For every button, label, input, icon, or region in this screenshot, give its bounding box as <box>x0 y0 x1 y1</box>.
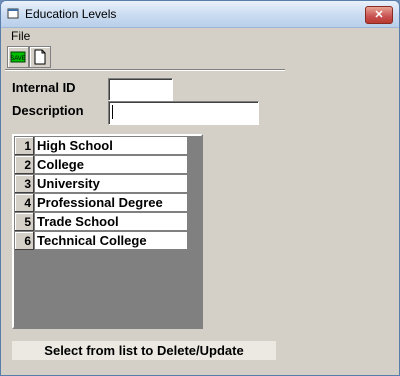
list-row[interactable]: 3 University <box>15 175 188 194</box>
list-row[interactable]: 4 Professional Degree <box>15 194 188 213</box>
client-area: File SAVE Internal ID Description 1 High… <box>5 28 395 371</box>
list-row[interactable]: 5 Trade School <box>15 213 188 232</box>
list-row[interactable]: 1 High School <box>15 137 188 156</box>
education-levels-window: Education Levels ✕ File SAVE Internal ID <box>0 0 400 376</box>
row-number: 5 <box>15 213 34 231</box>
menu-bar: File <box>5 28 395 44</box>
row-text[interactable]: Technical College <box>35 232 188 250</box>
save-icon-text: SAVE <box>10 56 26 62</box>
new-document-icon <box>34 49 46 65</box>
internal-id-label: Internal ID <box>12 80 76 95</box>
list-row[interactable]: 6 Technical College <box>15 232 188 251</box>
title-bar[interactable]: Education Levels ✕ <box>1 1 399 28</box>
window-title: Education Levels <box>25 7 117 21</box>
list-row[interactable]: 2 College <box>15 156 188 175</box>
save-button[interactable]: SAVE <box>7 46 29 68</box>
row-number: 1 <box>15 137 34 155</box>
row-text[interactable]: Trade School <box>35 213 188 231</box>
close-icon: ✕ <box>374 9 384 21</box>
save-icon: SAVE <box>10 51 26 63</box>
row-number: 2 <box>15 156 34 174</box>
row-text[interactable]: Professional Degree <box>35 194 188 212</box>
text-caret <box>112 105 113 119</box>
row-number: 3 <box>15 175 34 193</box>
status-message: Select from list to Delete/Update <box>12 341 276 360</box>
row-text[interactable]: High School <box>35 137 188 155</box>
row-number: 6 <box>15 232 34 250</box>
description-field[interactable] <box>108 101 259 125</box>
menu-file[interactable]: File <box>11 29 30 43</box>
education-list[interactable]: 1 High School 2 College 3 University 4 P… <box>12 134 203 329</box>
row-text[interactable]: College <box>35 156 188 174</box>
internal-id-field[interactable] <box>108 78 173 101</box>
toolbar-separator <box>5 69 285 71</box>
close-button[interactable]: ✕ <box>365 6 393 24</box>
description-label: Description <box>12 103 84 118</box>
row-number: 4 <box>15 194 34 212</box>
new-button[interactable] <box>29 46 51 68</box>
row-text[interactable]: University <box>35 175 188 193</box>
app-icon <box>7 8 19 19</box>
